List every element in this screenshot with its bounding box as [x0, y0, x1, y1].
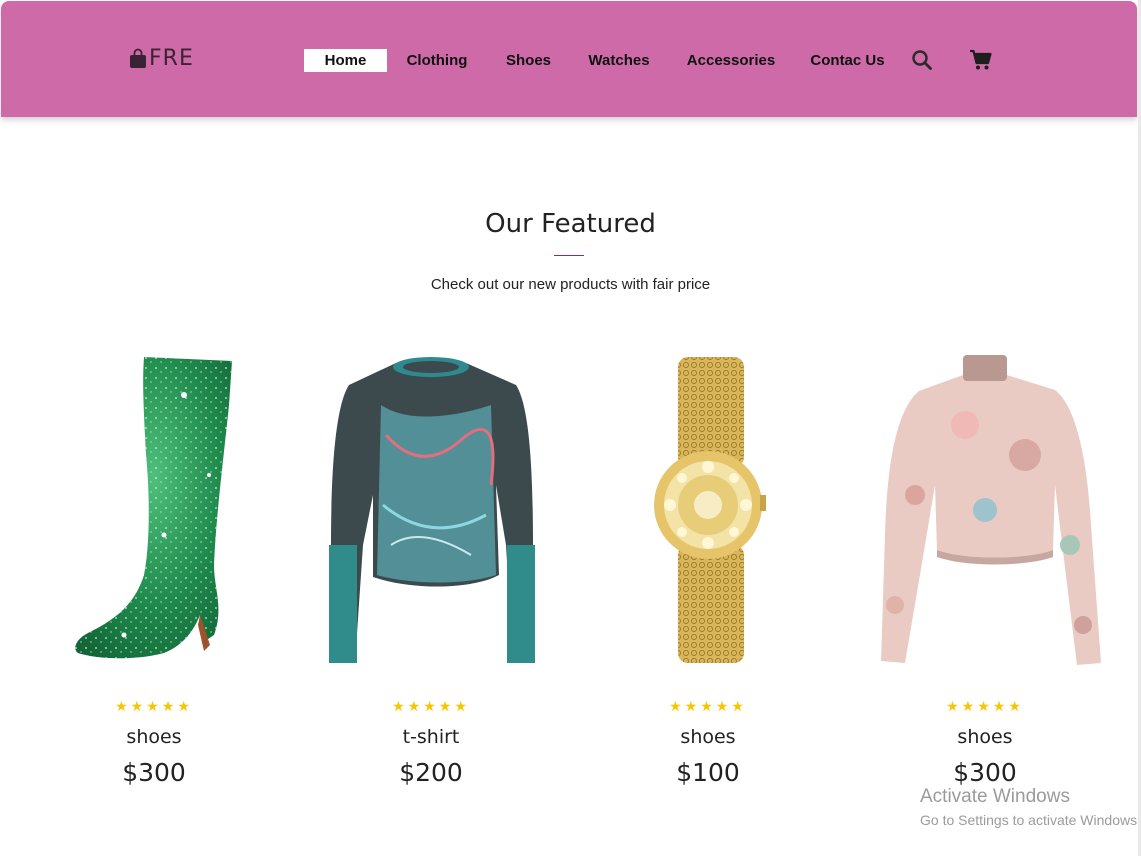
nav-shoes[interactable]: Shoes	[501, 49, 556, 72]
product-price: $300	[953, 758, 1017, 787]
product-price: $100	[676, 758, 740, 787]
title-underline	[554, 255, 584, 256]
rating-stars: ★★★★★	[392, 698, 470, 714]
product-image-croptop[interactable]	[855, 345, 1115, 675]
rating-stars: ★★★★★	[669, 698, 747, 714]
product-card[interactable]: ★★★★★ shoes $100	[578, 345, 838, 795]
product-name[interactable]: t-shirt	[301, 725, 561, 749]
product-image-watch[interactable]	[578, 345, 838, 675]
logo-text: FRE	[149, 46, 194, 71]
watermark-title: Activate Windows	[920, 786, 1070, 807]
product-image-boot[interactable]	[24, 345, 284, 675]
featured-title: Our Featured	[485, 209, 656, 239]
product-name[interactable]: shoes	[855, 725, 1115, 749]
product-price: $200	[399, 758, 463, 787]
featured-subtitle: Check out our new products with fair pri…	[430, 276, 711, 293]
product-name[interactable]: shoes	[578, 725, 838, 749]
search-icon[interactable]	[910, 48, 934, 72]
nav-home[interactable]: Home	[304, 49, 387, 72]
product-name[interactable]: shoes	[24, 725, 284, 749]
nav-clothing[interactable]: Clothing	[401, 49, 473, 72]
product-card[interactable]: ★★★★★ shoes $300	[855, 345, 1115, 795]
windows-activation-watermark: Activate Windows Go to Settings to activ…	[920, 786, 1141, 829]
nav-accessories[interactable]: Accessories	[683, 49, 779, 72]
product-card[interactable]: ★★★★★ shoes $300	[24, 345, 284, 795]
cart-icon[interactable]	[969, 48, 993, 72]
rating-stars: ★★★★★	[115, 698, 193, 714]
product-image-top[interactable]	[301, 345, 561, 675]
site-header: FRE Home Clothing Shoes Watches Accessor…	[1, 1, 1137, 117]
nav-watches[interactable]: Watches	[583, 49, 655, 72]
watermark-subtitle: Go to Settings to activate Windows.	[920, 812, 1141, 828]
site-logo[interactable]: FRE	[129, 48, 194, 70]
product-card[interactable]: ★★★★★ t-shirt $200	[301, 345, 561, 795]
nav-contact[interactable]: Contac Us	[805, 49, 890, 72]
rating-stars: ★★★★★	[946, 698, 1024, 714]
shopping-bag-icon	[129, 48, 147, 70]
product-price: $300	[122, 758, 186, 787]
